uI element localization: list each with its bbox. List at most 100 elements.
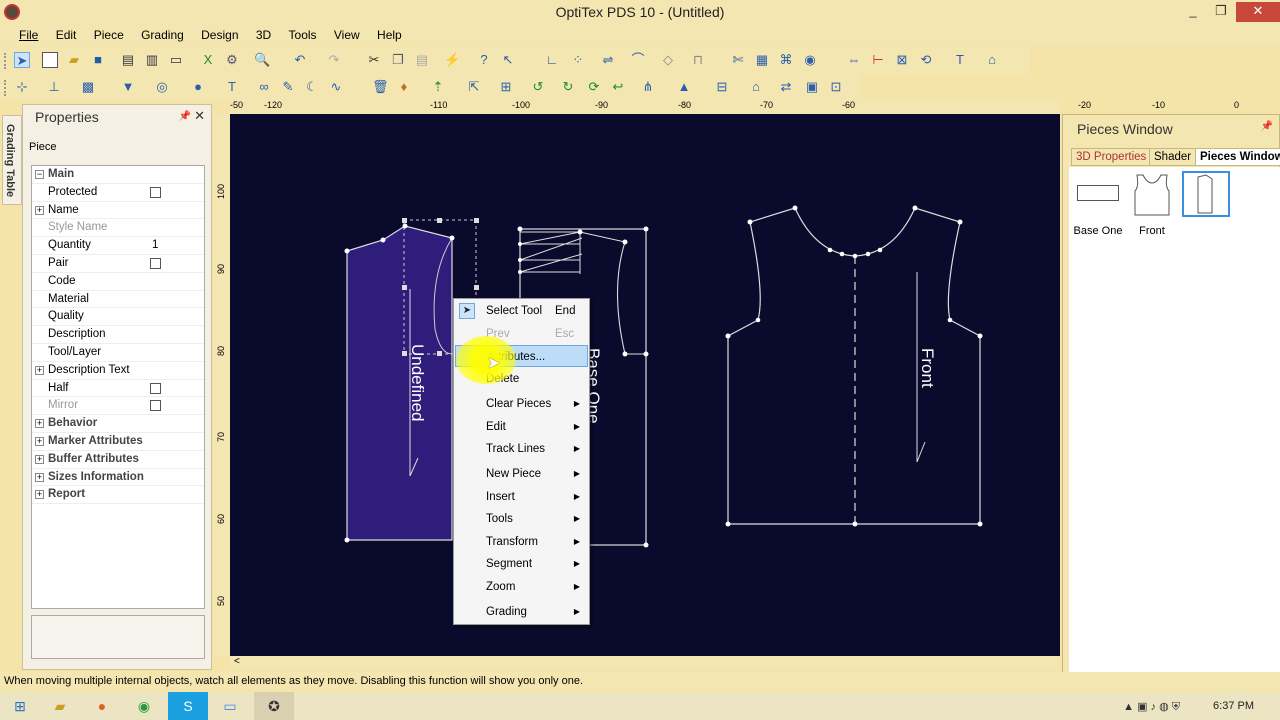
menu-file[interactable]: File: [12, 24, 45, 42]
excel-icon[interactable]: X: [200, 52, 216, 68]
toolbar-grip[interactable]: [4, 53, 7, 69]
print-icon[interactable]: ▤: [120, 52, 136, 68]
menu-design[interactable]: Design: [194, 24, 245, 42]
expand-toggle-icon[interactable]: +: [35, 365, 44, 375]
property-row[interactable]: Description: [32, 326, 204, 344]
menu-piece[interactable]: Piece: [87, 24, 131, 42]
copy-icon[interactable]: ❐: [390, 52, 406, 68]
triangle-icon[interactable]: ▲: [676, 79, 692, 95]
align-icon[interactable]: ⇱: [466, 79, 482, 95]
context-menu-item[interactable]: Segment ▶: [455, 553, 588, 575]
menu-help[interactable]: Help: [370, 24, 409, 42]
grading-table-tab[interactable]: Grading Table: [2, 115, 22, 205]
property-checkbox[interactable]: [150, 400, 161, 412]
swap-icon[interactable]: ⇄: [778, 79, 794, 95]
close-button[interactable]: ✕: [1236, 2, 1280, 22]
delete-icon[interactable]: 🗑: [372, 79, 389, 95]
property-row[interactable]: Material: [32, 291, 204, 309]
property-checkbox[interactable]: [150, 257, 161, 269]
select-tool-icon[interactable]: ➤: [14, 52, 30, 68]
digitize-icon[interactable]: ⚡: [444, 52, 460, 68]
undo-icon[interactable]: ↶: [292, 52, 308, 68]
new-file-icon[interactable]: [42, 52, 58, 68]
context-menu-item[interactable]: Clear Pieces ▶: [455, 393, 588, 415]
notch-icon[interactable]: ⊓: [690, 52, 706, 68]
property-row[interactable]: − Main: [32, 166, 204, 184]
pin-icon[interactable]: 📌: [179, 111, 191, 122]
property-value[interactable]: 1: [152, 237, 158, 255]
menu-tools[interactable]: Tools: [282, 24, 324, 42]
menu-edit[interactable]: Edit: [49, 24, 84, 42]
files-icon[interactable]: ▭: [210, 692, 250, 720]
open-folder-icon[interactable]: ▰: [66, 52, 82, 68]
property-row[interactable]: + Sizes Information: [32, 469, 204, 487]
save-icon[interactable]: ■: [90, 52, 106, 68]
wave-icon[interactable]: ∿: [328, 79, 344, 95]
globe-icon[interactable]: ◉: [802, 52, 818, 68]
context-menu-item[interactable]: Insert ▶: [455, 486, 588, 508]
context-menu-item[interactable]: Track Lines ▶: [455, 438, 588, 460]
expand-toggle-icon[interactable]: +: [35, 419, 44, 429]
rule-icon[interactable]: ⊢: [870, 52, 886, 68]
context-menu-item[interactable]: Grading ▶: [455, 601, 588, 623]
context-menu-item[interactable]: Tools ▶: [455, 508, 588, 530]
property-row[interactable]: + Report: [32, 486, 204, 505]
property-row[interactable]: Tool/Layer: [32, 344, 204, 362]
property-row[interactable]: Code: [32, 273, 204, 291]
layout-icon[interactable]: ▣: [804, 79, 820, 95]
points-icon[interactable]: ⁘: [570, 52, 586, 68]
shape-icon[interactable]: ⌂: [984, 52, 1000, 68]
house-icon[interactable]: ⌂: [748, 79, 764, 95]
property-row[interactable]: Quantity 1: [32, 237, 204, 255]
copy-piece-icon[interactable]: ⊡: [828, 79, 844, 95]
rotate-icon[interactable]: ⟲: [918, 52, 934, 68]
context-menu-item[interactable]: ➤ Select Tool End: [455, 300, 588, 322]
fold-icon[interactable]: ⊠: [894, 52, 910, 68]
context-menu-item[interactable]: Zoom ▶: [455, 576, 588, 598]
curve-tool-icon[interactable]: ⌒: [630, 52, 646, 68]
screen-icon[interactable]: ▭: [168, 52, 184, 68]
piece-thumb-front[interactable]: Front: [1127, 171, 1177, 237]
property-row[interactable]: + Description Text: [32, 362, 204, 380]
scissors-icon[interactable]: ✄: [730, 52, 746, 68]
lasso-icon[interactable]: ☾: [304, 79, 320, 95]
mirror-icon[interactable]: ⇔: [846, 52, 862, 68]
menu-grading[interactable]: Grading: [134, 24, 191, 42]
tray-icons[interactable]: ▲ ▣ ♪ ◍ ⛨: [1123, 700, 1180, 714]
circle-tool-icon[interactable]: ◎: [154, 79, 170, 95]
explorer-icon[interactable]: ▰: [40, 692, 80, 720]
settings-icon[interactable]: ⚙: [224, 52, 240, 68]
sew-icon[interactable]: ⌘: [778, 52, 794, 68]
grade-icon[interactable]: ▩: [80, 79, 96, 95]
brush-icon[interactable]: ✎: [280, 79, 296, 95]
expand-toggle-icon[interactable]: +: [35, 436, 44, 446]
tab-shader[interactable]: Shader: [1149, 148, 1197, 166]
property-row[interactable]: + Marker Attributes: [32, 433, 204, 451]
add-point-icon[interactable]: ⊹: [14, 79, 30, 95]
property-checkbox[interactable]: [150, 382, 161, 394]
toolbar-grip[interactable]: [4, 80, 7, 96]
paste-icon[interactable]: ▤: [414, 52, 430, 68]
plot-icon[interactable]: ▥: [144, 52, 160, 68]
minimize-button[interactable]: _: [1180, 2, 1206, 22]
menu-3d[interactable]: 3D: [249, 24, 278, 42]
expand-toggle-icon[interactable]: +: [35, 490, 44, 500]
zoom-icon[interactable]: 🔍: [254, 52, 270, 68]
menu-view[interactable]: View: [327, 24, 367, 42]
table-icon[interactable]: ⊟: [714, 79, 730, 95]
expand-toggle-icon[interactable]: +: [35, 472, 44, 482]
close-icon[interactable]: ✕: [194, 108, 205, 124]
button-tool-icon[interactable]: ●: [190, 79, 206, 95]
property-row[interactable]: + Name: [32, 202, 204, 220]
property-row[interactable]: Mirror: [32, 397, 204, 416]
insert-point-icon[interactable]: ⊥: [46, 79, 62, 95]
tab-pieces-window[interactable]: Pieces Window: [1195, 148, 1280, 166]
property-checkbox[interactable]: [150, 186, 161, 198]
property-row[interactable]: Quality: [32, 308, 204, 327]
expand-toggle-icon[interactable]: +: [35, 454, 44, 464]
drill-icon[interactable]: ♦: [396, 79, 412, 95]
rotate-right-icon[interactable]: ↻: [560, 79, 576, 95]
pleat-icon[interactable]: ⋔: [640, 79, 656, 95]
help-icon[interactable]: ?: [476, 52, 492, 68]
piece-thumb-undefined[interactable]: [1181, 171, 1231, 235]
